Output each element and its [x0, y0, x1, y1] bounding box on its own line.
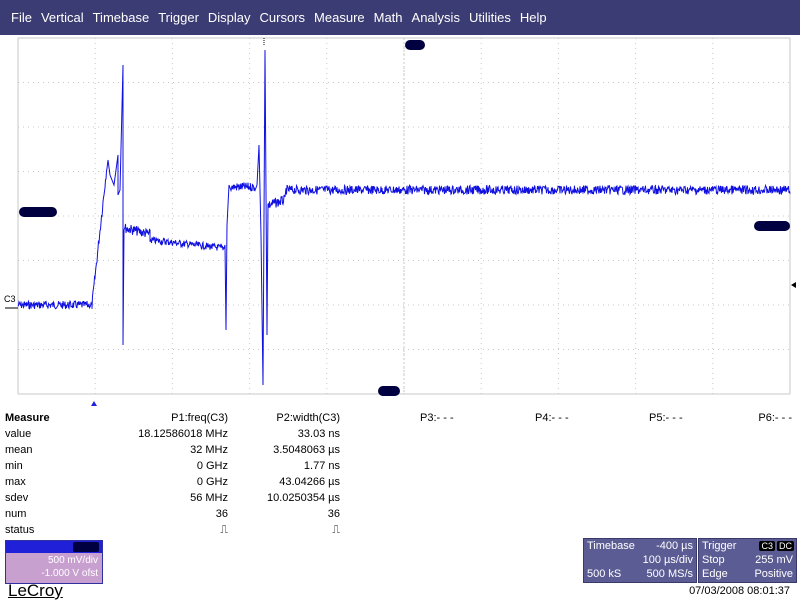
p2-value: 33.03 ns — [297, 428, 340, 440]
right-pill-marker[interactable] — [754, 221, 790, 231]
channel-c3-panel[interactable]: 500 mV/div -1.000 V ofst — [5, 540, 103, 584]
menu-vertical[interactable]: Vertical — [41, 10, 84, 25]
row-label: num — [5, 508, 27, 520]
p2-min: 1.77 ns — [303, 460, 340, 472]
menu-measure[interactable]: Measure — [314, 10, 365, 25]
markers — [5, 38, 796, 406]
p1-num: 36 — [215, 508, 228, 520]
row-label: min — [5, 460, 23, 472]
trigger-panel[interactable]: Trigger C3 DC Stop 255 mV Edge Positive — [698, 538, 797, 583]
date-time: 07/03/2008 08:01:37 — [689, 585, 790, 597]
menu-cursors[interactable]: Cursors — [260, 10, 306, 25]
trigger-title: Trigger — [702, 540, 737, 552]
top-pill-marker[interactable] — [405, 40, 425, 50]
param-p6[interactable]: P6:- - - — [758, 412, 792, 424]
p1-mean: 32 MHz — [190, 444, 228, 456]
param-p5[interactable]: P5:- - - — [649, 412, 683, 424]
trigger-coupling-badge: DC — [777, 541, 794, 551]
volts-per-div: 500 mV/div — [47, 555, 98, 566]
param-p1[interactable]: P1:freq(C3) — [171, 412, 228, 424]
channel-tag — [73, 542, 99, 552]
param-p2[interactable]: P2:width(C3) — [276, 412, 340, 424]
menu-bar: File Vertical Timebase Trigger Display Cursor… — [0, 0, 800, 35]
row-label: sdev — [5, 492, 29, 504]
menu-help[interactable]: Help — [520, 10, 547, 25]
row-label: value — [5, 428, 32, 440]
menu-display[interactable]: Display — [208, 10, 251, 25]
measure-table: Measure P1:freq(C3) P2:width(C3) P3:- - … — [0, 408, 800, 538]
channel-header — [6, 541, 102, 553]
trigger-position-arrow[interactable] — [91, 401, 97, 406]
p2-num: 36 — [327, 508, 340, 520]
left-pill-marker[interactable] — [19, 207, 57, 217]
time-per-div: 100 µs/div — [642, 554, 693, 566]
row-label: status — [5, 524, 35, 536]
menu-file[interactable]: File — [11, 10, 32, 25]
scope-display[interactable]: C3 — [0, 35, 800, 408]
menu-math[interactable]: Math — [374, 10, 403, 25]
lecroy-logo: LeCroy — [8, 581, 63, 600]
param-p4[interactable]: P4:- - - — [535, 412, 569, 424]
p2-max: 43.04266 µs — [279, 476, 340, 488]
p1-value: 18.12586018 MHz — [138, 428, 228, 440]
p1-sdev: 56 MHz — [190, 492, 228, 504]
trigger-level: 255 mV — [755, 554, 793, 566]
trigger-type: Edge — [702, 568, 728, 580]
p1-max: 0 GHz — [196, 476, 228, 488]
timebase-title: Timebase — [587, 540, 635, 552]
timebase-delay: -400 µs — [656, 540, 693, 552]
c3-ground-label: C3 — [4, 294, 16, 304]
p2-mean: 3.5048063 µs — [273, 444, 340, 456]
sample-count: 500 kS — [587, 568, 622, 580]
p1-min: 0 GHz — [196, 460, 228, 472]
trigger-level-arrow[interactable] — [791, 282, 796, 288]
bottom-pill-marker[interactable] — [378, 386, 400, 396]
timebase-panel[interactable]: Timebase -400 µs 100 µs/div 500 kS 500 M… — [583, 538, 697, 583]
menu-trigger[interactable]: Trigger — [158, 10, 199, 25]
trigger-source-badge: C3 — [759, 541, 775, 551]
param-p3[interactable]: P3:- - - — [420, 412, 454, 424]
measure-title: Measure — [5, 412, 50, 424]
channel-offset: -1.000 V ofst — [41, 568, 98, 579]
menu-utilities[interactable]: Utilities — [469, 10, 511, 25]
menu-analysis[interactable]: Analysis — [412, 10, 460, 25]
p1-status-icon: ⎍ — [220, 524, 228, 536]
row-label: mean — [5, 444, 33, 456]
menu-timebase[interactable]: Timebase — [93, 10, 150, 25]
row-label: max — [5, 476, 26, 488]
graticule — [17, 37, 791, 395]
p2-status-icon: ⎍ — [332, 524, 340, 536]
p2-sdev: 10.0250354 µs — [266, 492, 340, 504]
trigger-mode: Stop — [702, 554, 725, 566]
trigger-slope: Positive — [754, 568, 793, 580]
sample-rate: 500 MS/s — [646, 568, 693, 580]
